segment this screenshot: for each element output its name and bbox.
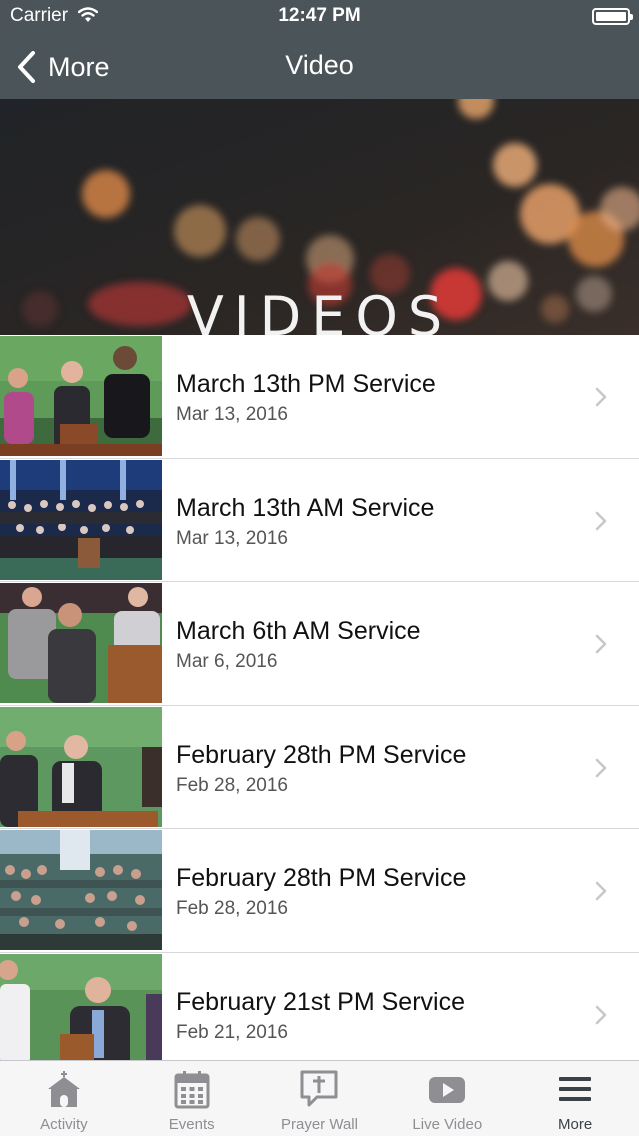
tab-label: Events: [168, 1116, 215, 1133]
video-list-item[interactable]: March 13th PM Service Mar 13, 2016: [0, 335, 639, 459]
tab-label: Activity: [40, 1116, 88, 1133]
video-thumbnail: [0, 830, 162, 950]
chevron-right-icon: [595, 634, 607, 654]
video-date: Mar 13, 2016: [176, 527, 288, 549]
video-list-item[interactable]: March 6th AM Service Mar 6, 2016: [0, 582, 639, 706]
video-title: March 13th PM Service: [176, 370, 436, 398]
calendar-icon: [174, 1071, 210, 1109]
chevron-right-icon: [595, 758, 607, 777]
video-thumbnail: [0, 953, 162, 1060]
video-list-item[interactable]: February 28th PM Service Feb 28, 2016: [0, 829, 639, 953]
page-title: Video: [285, 50, 354, 80]
tab-activity[interactable]: Activity: [0, 1061, 128, 1136]
tab-events[interactable]: Events: [128, 1061, 256, 1136]
video-title: February 28th PM Service: [176, 740, 467, 769]
tab-label: More: [557, 1116, 593, 1133]
video-list-item[interactable]: March 13th AM Service Mar 13, 2016: [0, 458, 639, 582]
video-date: Feb 28, 2016: [176, 774, 288, 796]
tab-live-video[interactable]: Live Video: [383, 1061, 511, 1136]
chevron-right-icon: [595, 881, 607, 901]
chevron-right-icon: [595, 511, 607, 530]
navigation-bar: More Video: [0, 36, 639, 99]
play-video-icon: [429, 1077, 466, 1103]
chevron-right-icon: [595, 1005, 607, 1024]
tab-label: Live Video: [412, 1116, 483, 1133]
status-bar: Carrier 12:47 PM: [0, 0, 639, 36]
chevron-right-icon: [595, 387, 607, 407]
banner-title: VIDEOS: [186, 285, 453, 335]
video-list-item[interactable]: February 21st PM Service Feb 21, 2016: [0, 952, 639, 1060]
video-thumbnail: [0, 583, 162, 703]
tab-more[interactable]: More: [511, 1061, 639, 1136]
tab-label: Prayer Wall: [281, 1116, 358, 1133]
video-date: Mar 13, 2016: [176, 404, 288, 425]
video-date: Mar 6, 2016: [176, 651, 278, 672]
video-title: February 28th PM Service: [176, 864, 467, 892]
tab-prayer-wall[interactable]: Prayer Wall: [256, 1061, 384, 1136]
video-thumbnail: [0, 706, 162, 827]
battery-icon: [592, 8, 633, 25]
status-time: 12:47 PM: [278, 5, 361, 26]
video-date: Feb 21, 2016: [176, 1021, 288, 1043]
video-list: March 13th PM Service Mar 13, 2016 March…: [0, 335, 639, 1060]
video-thumbnail: [0, 336, 162, 456]
church-icon: [47, 1071, 80, 1107]
video-title: February 21st PM Service: [176, 987, 465, 1016]
video-title: March 13th AM Service: [176, 493, 435, 522]
prayer-speech-icon: [300, 1070, 338, 1107]
video-date: Feb 28, 2016: [176, 898, 288, 919]
video-list-item[interactable]: February 28th PM Service Feb 28, 2016: [0, 705, 639, 829]
tab-bar: Activity Events Prayer Wall Live Video M…: [0, 1060, 639, 1136]
video-title: March 6th AM Service: [176, 617, 421, 645]
menu-icon: [559, 1077, 592, 1101]
video-thumbnail: [0, 459, 162, 580]
videos-banner: VIDEOS: [0, 99, 639, 335]
